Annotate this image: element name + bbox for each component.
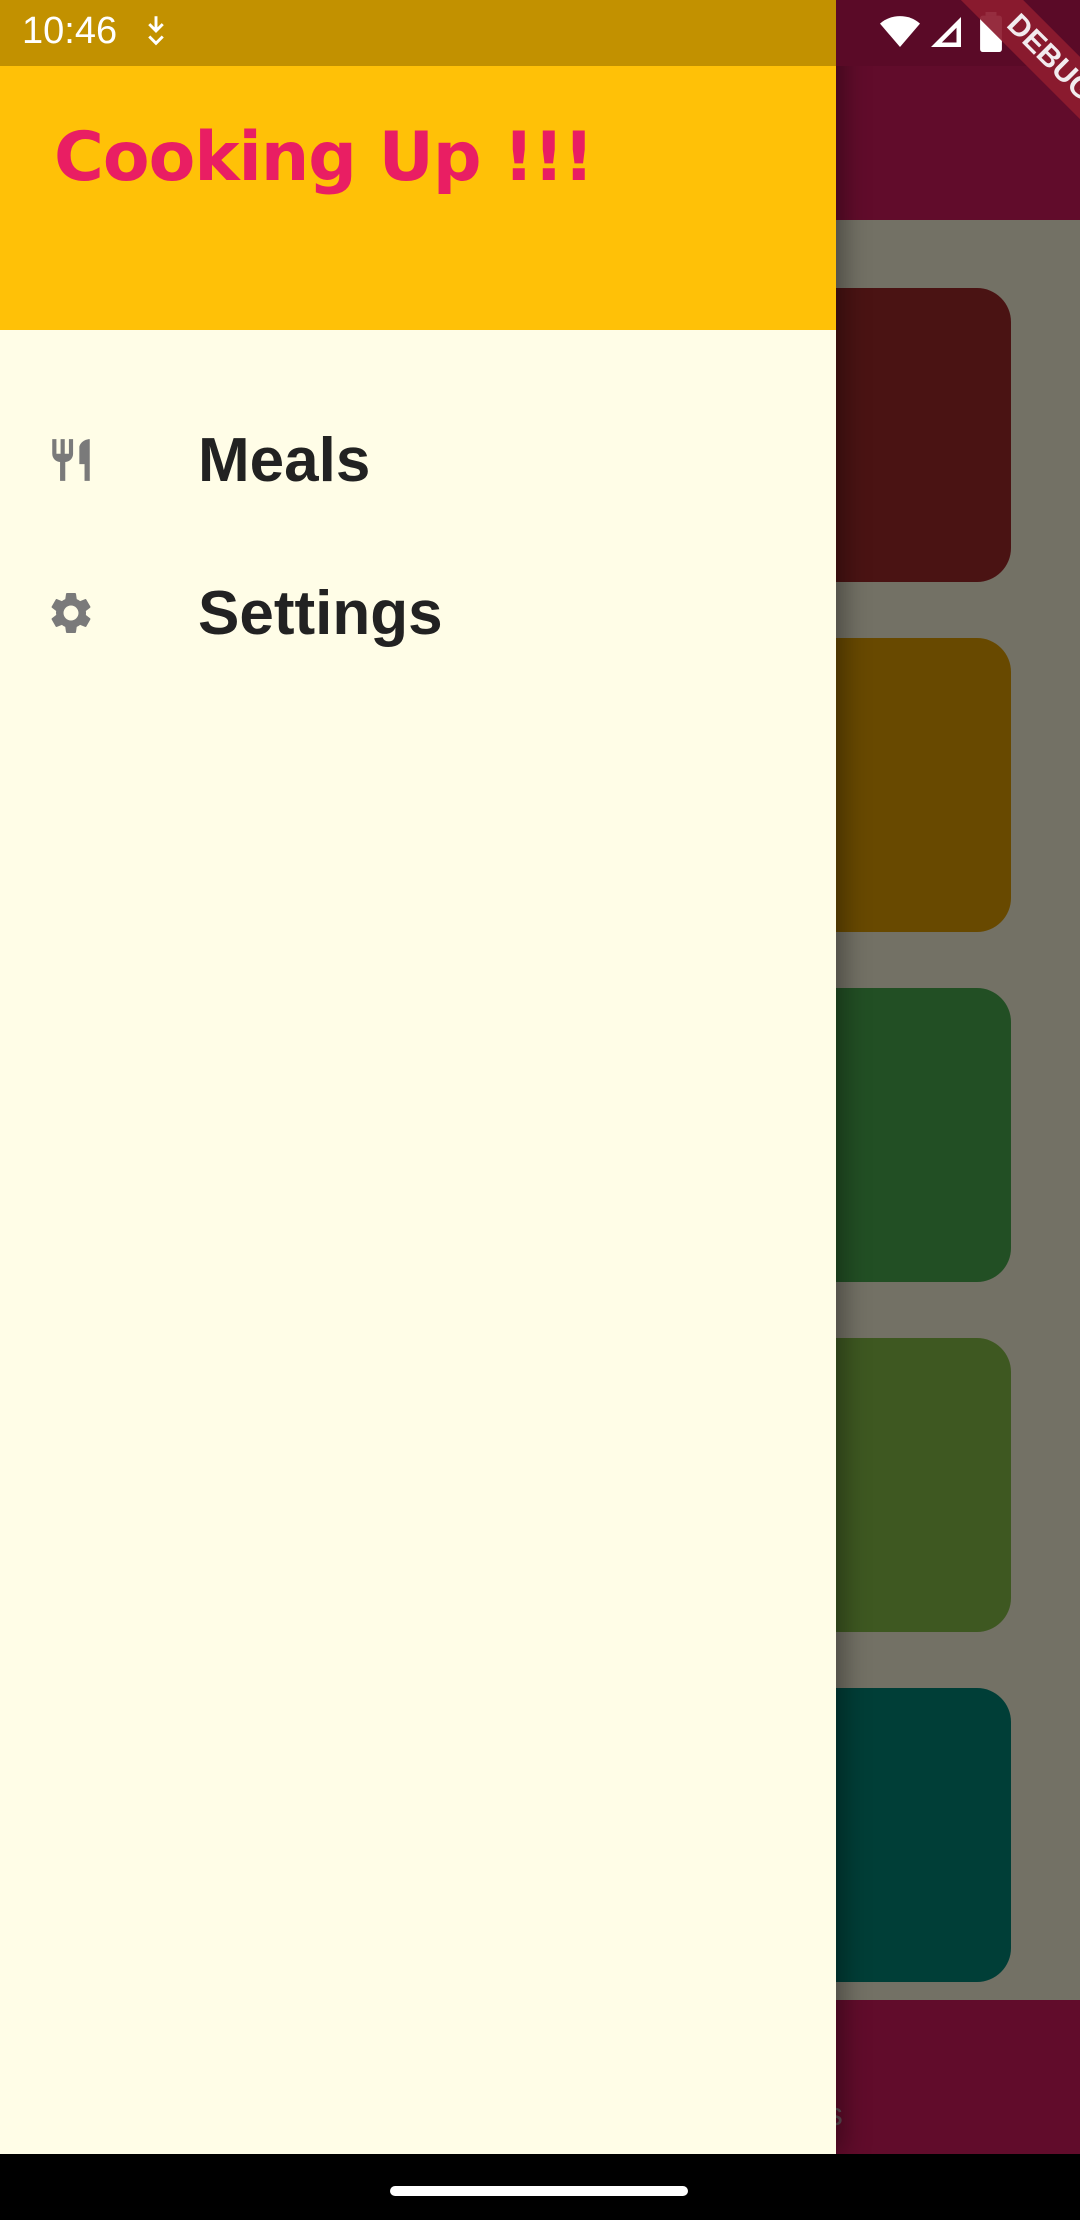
restaurant-icon	[52, 439, 90, 481]
navigation-drawer: Cooking Up !!! Meals Settings	[0, 0, 836, 2154]
drawer-item-meals[interactable]: Meals	[0, 385, 836, 535]
home-gesture-handle[interactable]	[390, 2186, 688, 2196]
drawer-item-label: Meals	[198, 425, 371, 495]
drawer-item-label: Settings	[198, 578, 443, 648]
wifi-icon	[880, 16, 920, 47]
status-time: 10:46	[22, 10, 118, 52]
signal-icon	[931, 17, 961, 47]
status-bar: 10:46	[0, 0, 836, 66]
gear-icon	[51, 593, 91, 633]
drawer-item-settings[interactable]: Settings	[0, 538, 836, 688]
drawer-title: Cooking Up !!!	[54, 118, 594, 197]
download-notification-icon	[148, 16, 164, 46]
